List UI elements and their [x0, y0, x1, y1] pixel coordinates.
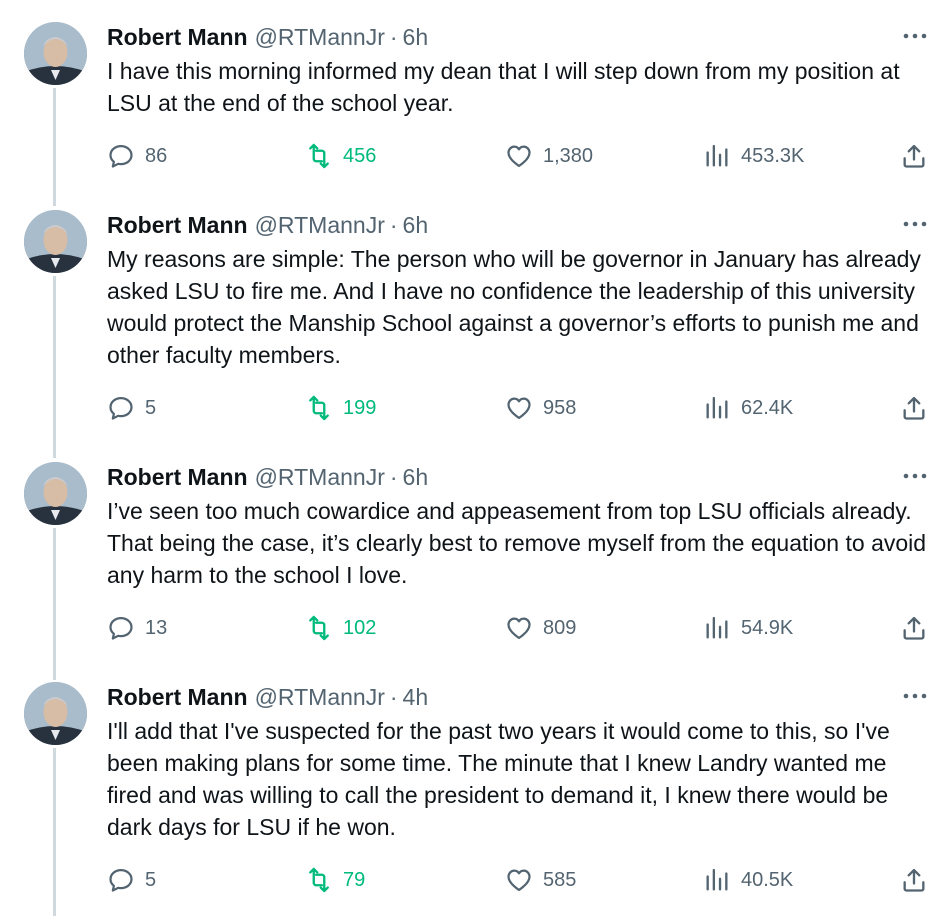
- heart-icon: [507, 617, 531, 640]
- avatar[interactable]: [24, 210, 87, 273]
- separator-dot: ·: [389, 463, 398, 490]
- tweet-header: Robert Mann @RTMannJr · 6h: [107, 210, 428, 240]
- heart-icon: [507, 145, 531, 168]
- author-handle[interactable]: @RTMannJr: [255, 684, 385, 711]
- views-button[interactable]: 62.4K: [703, 393, 793, 423]
- retweet-count: 456: [343, 144, 377, 167]
- views-count: 62.4K: [741, 396, 794, 419]
- bar-chart-icon: [706, 396, 728, 419]
- author-name[interactable]: Robert Mann: [107, 212, 248, 239]
- more-dots-icon: [903, 33, 927, 39]
- share-button[interactable]: [900, 865, 928, 895]
- views-count: 54.9K: [741, 616, 794, 639]
- separator-dot: ·: [389, 683, 398, 710]
- views-count: 453.3K: [741, 144, 805, 167]
- tweet-timestamp[interactable]: 6h: [403, 464, 429, 491]
- share-button[interactable]: [900, 613, 928, 643]
- tweet-text: I have this morning informed my dean tha…: [107, 58, 900, 116]
- tweet-text: I’ve seen too much cowardice and appease…: [107, 498, 927, 588]
- tweet-timestamp[interactable]: 4h: [403, 684, 429, 711]
- share-button[interactable]: [900, 141, 928, 171]
- share-upload-icon: [903, 616, 925, 640]
- more-options-button[interactable]: [902, 24, 928, 48]
- tweet-text: I'll add that I've suspected for the pas…: [107, 718, 890, 840]
- heart-icon: [507, 397, 531, 420]
- more-dots-icon: [903, 221, 927, 227]
- like-button[interactable]: 1,380: [505, 141, 593, 171]
- reply-count: 13: [145, 616, 168, 639]
- tweet-timestamp[interactable]: 6h: [403, 24, 429, 51]
- retweet-count: 79: [343, 868, 366, 891]
- reply-button[interactable]: 86: [107, 141, 167, 171]
- thread-connector-line: [53, 528, 56, 680]
- bar-chart-icon: [706, 868, 728, 891]
- reply-button[interactable]: 13: [107, 613, 167, 643]
- author-handle[interactable]: @RTMannJr: [255, 212, 385, 239]
- retweet-arrows-icon: [309, 143, 329, 169]
- reply-count: 86: [145, 144, 168, 167]
- retweet-count: 102: [343, 616, 377, 639]
- avatar[interactable]: [24, 462, 87, 525]
- more-dots-icon: [903, 473, 927, 479]
- reply-bubble-icon: [109, 868, 133, 892]
- bar-chart-icon: [706, 144, 728, 167]
- share-button[interactable]: [900, 393, 928, 423]
- avatar[interactable]: [24, 682, 87, 745]
- reply-bubble-icon: [109, 396, 133, 420]
- views-button[interactable]: 40.5K: [703, 865, 793, 895]
- like-count: 958: [543, 396, 577, 419]
- tweet-actions: 86 456 1,380 453.3K: [0, 141, 952, 171]
- avatar[interactable]: [24, 22, 87, 85]
- tweet-actions: 5 79 585 40.5K: [0, 865, 952, 895]
- retweet-arrows-icon: [309, 395, 329, 421]
- reply-button[interactable]: 5: [107, 865, 156, 895]
- retweet-button[interactable]: 199: [305, 393, 376, 423]
- more-dots-icon: [903, 693, 927, 699]
- like-count: 585: [543, 868, 577, 891]
- retweet-button[interactable]: 102: [305, 613, 376, 643]
- more-options-button[interactable]: [902, 464, 928, 488]
- author-name[interactable]: Robert Mann: [107, 24, 248, 51]
- bar-chart-icon: [706, 616, 728, 639]
- views-button[interactable]: 54.9K: [703, 613, 793, 643]
- retweet-arrows-icon: [309, 615, 329, 641]
- tweet-header: Robert Mann @RTMannJr · 4h: [107, 682, 428, 712]
- tweet-header: Robert Mann @RTMannJr · 6h: [107, 462, 428, 492]
- views-count: 40.5K: [741, 868, 794, 891]
- retweet-arrows-icon: [309, 867, 329, 893]
- tweet-header: Robert Mann @RTMannJr · 6h: [107, 22, 428, 52]
- share-upload-icon: [903, 396, 925, 420]
- share-upload-icon: [903, 144, 925, 168]
- like-button[interactable]: 958: [505, 393, 576, 423]
- reply-button[interactable]: 5: [107, 393, 156, 423]
- reply-count: 5: [145, 396, 157, 419]
- tweet-text: My reasons are simple: The person who wi…: [107, 246, 921, 368]
- reply-bubble-icon: [109, 616, 133, 640]
- tweet-timestamp[interactable]: 6h: [403, 212, 429, 239]
- like-button[interactable]: 585: [505, 865, 576, 895]
- share-upload-icon: [903, 868, 925, 892]
- heart-icon: [507, 869, 531, 892]
- reply-count: 5: [145, 868, 157, 891]
- separator-dot: ·: [389, 23, 398, 50]
- retweet-button[interactable]: 456: [305, 141, 376, 171]
- retweet-button[interactable]: 79: [305, 865, 365, 895]
- like-count: 1,380: [543, 144, 594, 167]
- views-button[interactable]: 453.3K: [703, 141, 804, 171]
- like-button[interactable]: 809: [505, 613, 576, 643]
- author-name[interactable]: Robert Mann: [107, 464, 248, 491]
- more-options-button[interactable]: [902, 684, 928, 708]
- tweet-thread: Robert Mann @RTMannJr · 6h I have this m…: [0, 0, 952, 916]
- author-name[interactable]: Robert Mann: [107, 684, 248, 711]
- thread-connector-line: [53, 276, 56, 458]
- reply-bubble-icon: [109, 144, 133, 168]
- separator-dot: ·: [389, 211, 398, 238]
- more-options-button[interactable]: [902, 212, 928, 236]
- author-handle[interactable]: @RTMannJr: [255, 24, 385, 51]
- retweet-count: 199: [343, 396, 377, 419]
- tweet-actions: 13 102 809 54.9K: [0, 613, 952, 643]
- tweet-actions: 5 199 958 62.4K: [0, 393, 952, 423]
- like-count: 809: [543, 616, 577, 639]
- author-handle[interactable]: @RTMannJr: [255, 464, 385, 491]
